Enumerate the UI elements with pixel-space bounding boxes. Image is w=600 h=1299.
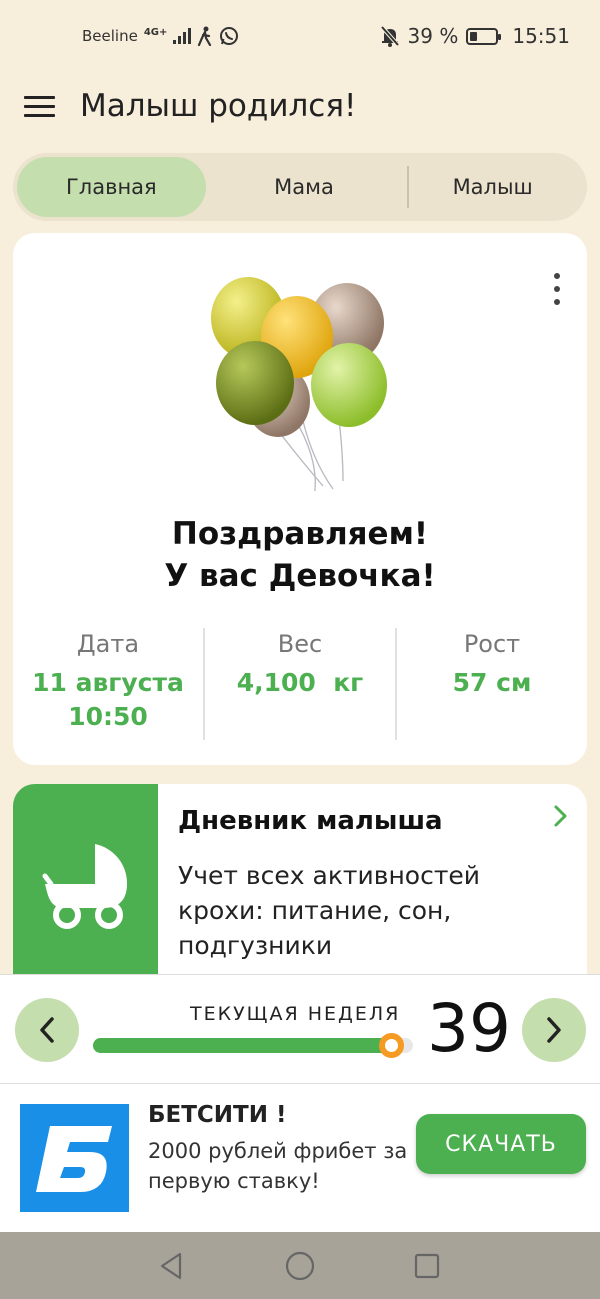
week-progress-track bbox=[93, 1033, 413, 1058]
battery-percent: 39 % bbox=[407, 24, 459, 48]
prev-week-button[interactable] bbox=[15, 998, 79, 1062]
tab-bar: Главная Мама Малыш bbox=[13, 153, 587, 221]
status-bar: Beeline 4G+ 39 % 15:51 bbox=[0, 0, 600, 76]
balloons-icon bbox=[211, 277, 387, 492]
stat-height-label: Рост bbox=[463, 630, 521, 658]
battery-level bbox=[470, 31, 478, 41]
carrier-name: Beeline bbox=[82, 27, 138, 45]
tab-home[interactable]: Главная bbox=[17, 157, 206, 217]
battery-icon bbox=[466, 27, 502, 45]
stat-date-day: 11 августа bbox=[32, 668, 184, 697]
diary-icon-box bbox=[13, 784, 158, 979]
congrats-card: Поздравляем! У вас Девочка! Дата 11 авгу… bbox=[13, 233, 587, 765]
walk-icon bbox=[198, 26, 212, 46]
signal-icon bbox=[173, 28, 192, 44]
whatsapp-icon bbox=[220, 27, 239, 45]
stat-weight-label: Вес bbox=[277, 630, 323, 658]
week-progress-knob[interactable] bbox=[378, 1033, 404, 1058]
hamburger-menu-icon[interactable] bbox=[24, 96, 56, 122]
app-bar: Малыш родился! bbox=[0, 80, 600, 140]
baby-diary-card[interactable]: Дневник малыша Учет всех активностей кро… bbox=[13, 784, 587, 979]
week-label: ТЕКУЩАЯ НЕДЕЛЯ bbox=[190, 1003, 401, 1025]
network-type: 4G+ bbox=[143, 26, 168, 38]
stat-date-value: 11 августа 10:50 bbox=[13, 666, 203, 734]
download-button[interactable]: СКАЧАТЬ bbox=[416, 1114, 586, 1174]
tab-divider bbox=[407, 166, 409, 208]
status-right: 39 % 15:51 bbox=[380, 24, 570, 48]
app-title: Малыш родился! bbox=[80, 88, 357, 124]
home-circle-icon[interactable] bbox=[284, 1250, 316, 1282]
chevron-right-icon bbox=[547, 1017, 561, 1043]
stroller-icon bbox=[42, 844, 128, 929]
tab-mom[interactable]: Мама bbox=[210, 153, 399, 221]
stat-date: Дата 11 августа 10:50 bbox=[13, 628, 203, 740]
tab-baby[interactable]: Малыш bbox=[398, 153, 587, 221]
congrats-line-2: У вас Девочка! bbox=[164, 558, 436, 594]
stat-weight-value: 4,100 кг bbox=[236, 668, 364, 697]
chevron-right-icon[interactable] bbox=[553, 804, 569, 828]
more-options-icon[interactable] bbox=[551, 273, 563, 305]
ad-title: БЕТСИТИ ! bbox=[148, 1102, 287, 1128]
mute-bell-icon bbox=[380, 25, 400, 47]
stat-height: Рост 57 см bbox=[395, 628, 587, 740]
stat-weight: Вес 4,100 кг bbox=[203, 628, 395, 740]
recents-square-icon[interactable] bbox=[411, 1250, 443, 1282]
status-left: Beeline 4G+ bbox=[82, 26, 239, 46]
next-week-button[interactable] bbox=[522, 998, 586, 1062]
system-nav-bar bbox=[0, 1232, 600, 1299]
stat-date-time: 10:50 bbox=[68, 702, 148, 731]
current-week-bar: ТЕКУЩАЯ НЕДЕЛЯ 39 bbox=[0, 974, 600, 1084]
clock: 15:51 bbox=[512, 24, 570, 48]
ad-text: 2000 рублей фрибет за первую ставку! bbox=[148, 1139, 408, 1193]
week-progress-fill bbox=[93, 1038, 391, 1053]
chevron-left-icon bbox=[40, 1017, 54, 1043]
congrats-line-1: Поздравляем! bbox=[171, 516, 429, 552]
diary-title: Дневник малыша bbox=[178, 806, 443, 836]
birth-stats: Дата 11 августа 10:50 Вес 4,100 кг Рост … bbox=[13, 628, 587, 740]
week-number: 39 bbox=[427, 990, 511, 1067]
diary-description: Учет всех активностей крохи: питание, со… bbox=[178, 861, 481, 960]
stat-height-value: 57 см bbox=[452, 668, 532, 697]
ad-banner[interactable]: БЕТСИТИ ! 2000 рублей фрибет за первую с… bbox=[0, 1084, 600, 1232]
betcity-logo-icon bbox=[36, 1126, 112, 1192]
congrats-headline: Поздравляем! У вас Девочка! bbox=[13, 513, 587, 597]
ad-logo[interactable] bbox=[20, 1104, 129, 1212]
stat-date-label: Дата bbox=[76, 630, 140, 658]
back-triangle-icon[interactable] bbox=[156, 1250, 188, 1282]
